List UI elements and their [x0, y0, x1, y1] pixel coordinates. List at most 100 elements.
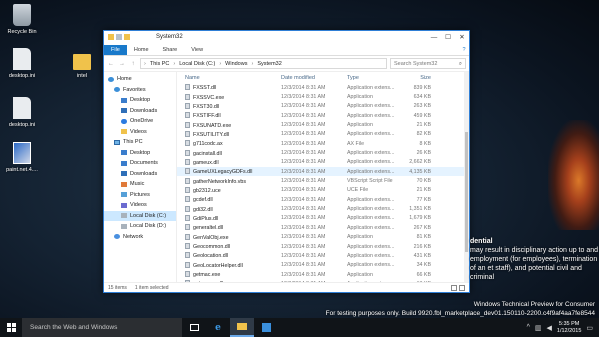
breadcrumb-windows[interactable]: Windows	[225, 61, 247, 67]
forward-button[interactable]: →	[118, 61, 126, 67]
quick-access-toolbar[interactable]	[108, 34, 130, 40]
nav-item-network[interactable]: Network	[104, 232, 176, 243]
details-view-icon[interactable]	[451, 284, 457, 291]
search-input[interactable]: Search System32 ⌕	[390, 58, 466, 69]
file-name: GeoLocatorHelper.dll	[185, 261, 281, 269]
nav-item-videos[interactable]: Videos	[104, 127, 176, 138]
file-date: 12/3/2014 8:31 AM	[281, 262, 326, 269]
maximize-button[interactable]: ☐	[441, 31, 455, 45]
file-row[interactable]: getmac.exe 12/3/2014 8:31 AM Application 66…	[177, 270, 469, 279]
nav-item-onedrive[interactable]: OneDrive	[104, 116, 176, 127]
file-row[interactable]: gatherNetworkInfo.vbs 12/3/2014 8:31 AM VB…	[177, 176, 469, 185]
taskbar-explorer-button[interactable]	[230, 318, 254, 337]
nav-item-local-disk-d[interactable]: Local Disk (D:)	[104, 221, 176, 232]
file-name-text: GameUXLegacyGDFs.dll	[193, 169, 253, 176]
nav-item-downloads[interactable]: Downloads	[104, 106, 176, 117]
nav-item-desktop[interactable]: Desktop	[104, 148, 176, 159]
start-button[interactable]	[0, 318, 22, 337]
file-type: Application extens...	[347, 196, 395, 203]
file-row[interactable]: FXSUNATD.exe 12/3/2014 8:31 AM Application…	[177, 120, 469, 129]
taskbar-ie-button[interactable]: e	[206, 318, 230, 337]
nav-item-this-pc[interactable]: This PC	[104, 137, 176, 148]
desktop-icon-intel[interactable]: intel	[62, 48, 102, 79]
file-size: 1,679 KB	[409, 215, 431, 222]
clock[interactable]: 5:35 PM 1/12/2015	[557, 321, 581, 334]
search-icon[interactable]: ⌕	[459, 59, 462, 69]
file-icon	[185, 84, 190, 91]
desktop-icon-desktop-ini[interactable]: desktop.ini	[2, 48, 42, 79]
column-size[interactable]: Size	[399, 75, 435, 81]
column-name[interactable]: Name	[185, 75, 281, 81]
breadcrumb-this-pc[interactable]: This PC	[150, 61, 170, 67]
tab-view[interactable]: View	[184, 45, 210, 55]
nav-item-desktop[interactable]: Desktop	[104, 95, 176, 106]
properties-icon[interactable]	[116, 34, 122, 40]
nav-item-local-disk-c[interactable]: Local Disk (C:)	[104, 210, 176, 221]
nav-item-music[interactable]: Music	[104, 179, 176, 190]
breadcrumb-system32[interactable]: System32	[257, 61, 281, 67]
nav-item-downloads[interactable]: Downloads	[104, 169, 176, 180]
nav-item-documents[interactable]: Documents	[104, 158, 176, 169]
file-date: 12/3/2014 8:31 AM	[281, 103, 326, 110]
file-row[interactable]: GeoLocatorHelper.dll 12/3/2014 8:31 AM App…	[177, 261, 469, 270]
nav-item-home[interactable]: Home	[104, 74, 176, 85]
desktop-icon-paint-net[interactable]: paint.net.4....	[2, 142, 42, 173]
minimize-button[interactable]: —	[427, 31, 441, 45]
file-icon	[185, 177, 190, 184]
file-row[interactable]: gdi32.dll 12/3/2014 8:31 AM Application ex…	[177, 204, 469, 213]
volume-icon[interactable]: ◀	[547, 324, 552, 332]
file-row[interactable]: gameux.dll 12/3/2014 8:31 AM Application e…	[177, 158, 469, 167]
file-row[interactable]: gcdef.dll 12/3/2014 8:31 AM Application ex…	[177, 195, 469, 204]
file-row[interactable]: generaltel.dll 12/3/2014 8:31 AM Applicati…	[177, 223, 469, 232]
file-row[interactable]: FXSUTILITY.dll 12/3/2014 8:31 AM Applicati…	[177, 130, 469, 139]
up-button[interactable]: ↑	[129, 61, 137, 67]
nav-item-videos[interactable]: Videos	[104, 200, 176, 211]
title-bar[interactable]: System32 — ☐ ✕	[104, 31, 469, 45]
vertical-scrollbar[interactable]	[464, 72, 469, 282]
file-date: 12/3/2014 8:31 AM	[281, 196, 326, 203]
file-row[interactable]: FXSTIFF.dll 12/3/2014 8:31 AM Application …	[177, 111, 469, 120]
desktop-icon-label: intel	[76, 73, 88, 79]
scrollbar-thumb[interactable]	[465, 132, 468, 252]
chevron-up-icon[interactable]: ^	[527, 324, 530, 331]
file-row[interactable]: gb2312.uce 12/3/2014 8:31 AM UCE File 21 KB	[177, 186, 469, 195]
tab-share[interactable]: Share	[156, 45, 185, 55]
navigation-pane[interactable]: Home Favorites Desktop Downloads OneDrive Vid…	[104, 72, 177, 282]
nav-item-pictures[interactable]: Pictures	[104, 190, 176, 201]
close-button[interactable]: ✕	[455, 31, 469, 45]
desktop-icon-recycle-bin[interactable]: Recycle Bin	[2, 4, 42, 35]
task-view-button[interactable]	[182, 318, 206, 337]
taskbar-store-button[interactable]	[254, 318, 278, 337]
file-explorer-window[interactable]: System32 — ☐ ✕ File Home Share View ? ← …	[103, 30, 470, 293]
file-row[interactable]: GenValObj.exe 12/3/2014 8:31 AM Applicatio…	[177, 233, 469, 242]
new-folder-icon[interactable]	[124, 34, 130, 40]
file-row[interactable]: GameUXLegacyGDFs.dll 12/3/2014 8:31 AM App…	[177, 167, 469, 177]
large-icons-view-icon[interactable]	[459, 284, 465, 291]
file-row[interactable]: GdiPlus.dll 12/3/2014 8:31 AM Application …	[177, 214, 469, 223]
back-button[interactable]: ←	[107, 61, 115, 67]
file-list[interactable]: Name Date modified Type Size FXSST.dll 12…	[177, 72, 469, 282]
column-type[interactable]: Type	[347, 75, 399, 81]
folder-icon[interactable]	[108, 34, 114, 40]
file-row[interactable]: Geolocation.dll 12/3/2014 8:31 AM Applicat…	[177, 251, 469, 260]
file-row[interactable]: g711codc.ax 12/3/2014 8:31 AM AX File 8 KB	[177, 139, 469, 148]
file-row[interactable]: FXSSVC.exe 12/3/2014 8:31 AM Application 63…	[177, 92, 469, 101]
breadcrumb-local-disk[interactable]: Local Disk (C:)	[179, 61, 215, 67]
desktop-icon-desktop-ini-2[interactable]: desktop.ini	[2, 97, 42, 128]
file-row[interactable]: gacinstall.dll 12/3/2014 8:31 AM Applicati…	[177, 148, 469, 157]
file-type: Application extens...	[347, 252, 395, 259]
tab-home[interactable]: Home	[127, 45, 156, 55]
notifications-icon[interactable]: ▭	[586, 324, 593, 332]
address-bar[interactable]: › This PC › Local Disk (C:) › Windows › …	[140, 58, 387, 69]
tab-file[interactable]: File	[104, 45, 127, 55]
help-icon[interactable]: ?	[459, 45, 469, 55]
taskbar-search-box[interactable]: Search the Web and Windows	[22, 318, 182, 337]
nav-item-favorites[interactable]: Favorites	[104, 85, 176, 96]
nav-item-label: Network	[123, 233, 144, 240]
file-row[interactable]: Geocommon.dll 12/3/2014 8:31 AM Applicatio…	[177, 242, 469, 251]
file-row[interactable]: FXSST.dll 12/3/2014 8:31 AM Application ex…	[177, 83, 469, 92]
file-row[interactable]: FXST30.dll 12/3/2014 8:31 AM Application e…	[177, 102, 469, 111]
column-date-modified[interactable]: Date modified	[281, 75, 347, 81]
network-icon[interactable]: ▥	[535, 324, 542, 332]
file-icon	[185, 196, 190, 203]
